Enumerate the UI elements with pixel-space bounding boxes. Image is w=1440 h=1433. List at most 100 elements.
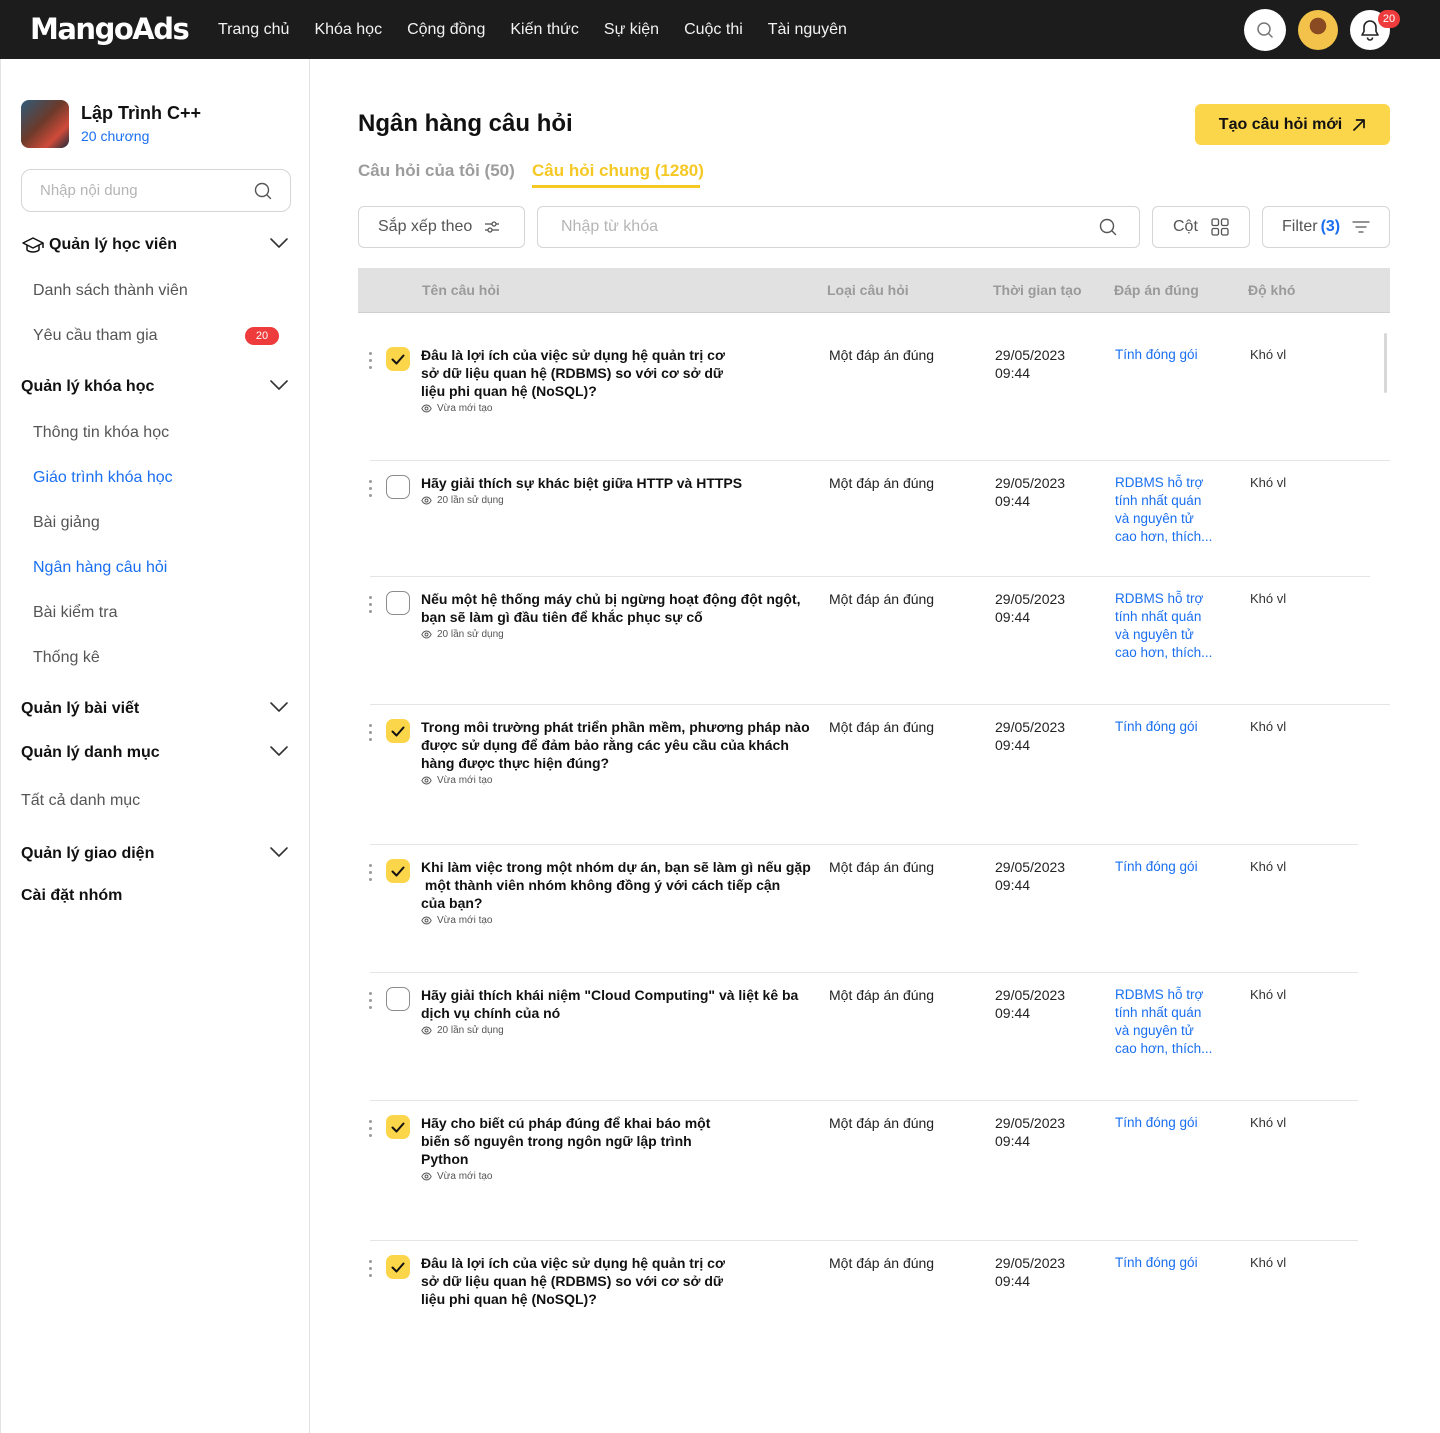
- sidebar-item-tests[interactable]: Bài kiểm tra: [33, 604, 117, 622]
- difficulty: Khó vl: [1250, 347, 1287, 362]
- correct-answer[interactable]: RDBMS hỗ trợ tính nhất quán và nguyên tử ca…: [1115, 590, 1215, 662]
- chevron-down-icon: [270, 238, 288, 248]
- drag-handle-icon[interactable]: [369, 1260, 373, 1281]
- create-question-button[interactable]: Tạo câu hỏi mới: [1195, 104, 1390, 145]
- sidebar-item-course-info[interactable]: Thông tin khóa học: [33, 424, 169, 442]
- section-post-management[interactable]: Quản lý bài viết: [21, 698, 291, 720]
- header-correct-answer[interactable]: Đáp án đúng: [1114, 282, 1199, 298]
- answer-line: RDBMS hỗ trợ: [1115, 591, 1204, 606]
- course-chapter-count: 20 chương: [81, 128, 150, 144]
- created-hour: 09:44: [995, 1273, 1031, 1289]
- table-scrollbar[interactable]: [1384, 333, 1387, 393]
- header-question-name[interactable]: Tên câu hỏi: [422, 282, 500, 298]
- question-text[interactable]: Đâu là lợi ích của việc sử dụng hệ quản …: [421, 346, 725, 400]
- nav-community[interactable]: Cộng đồng: [407, 21, 485, 39]
- keyword-search-input[interactable]: [561, 207, 1081, 247]
- nav-courses[interactable]: Khóa học: [314, 21, 382, 39]
- question-line: Nếu một hệ thống máy chủ bị ngừng hoạt đ…: [421, 591, 801, 607]
- row-checkbox[interactable]: [386, 475, 410, 499]
- nav-home[interactable]: Trang chủ: [218, 21, 289, 39]
- sidebar-item-all-categories[interactable]: Tất cả danh mục: [21, 792, 140, 810]
- question-text[interactable]: Trong môi trường phát triển phần mềm, ph…: [421, 718, 810, 772]
- answer-line: cao hơn, thích...: [1115, 1041, 1213, 1056]
- tab-my-questions[interactable]: Câu hỏi của tôi (50): [358, 161, 515, 181]
- sort-button[interactable]: Sắp xếp theo: [358, 206, 525, 248]
- drag-handle-icon[interactable]: [369, 992, 373, 1013]
- question-type: Một đáp án đúng: [829, 591, 935, 607]
- question-text[interactable]: Hãy cho biết cú pháp đúng để khai báo mộ…: [421, 1114, 710, 1168]
- header-created-time[interactable]: Thời gian tạo: [993, 282, 1082, 298]
- course-title: Lập Trình C++: [81, 103, 202, 123]
- section-course-management[interactable]: Quản lý khóa học: [21, 376, 291, 398]
- difficulty: Khó vl: [1250, 987, 1287, 1002]
- avatar[interactable]: [1298, 10, 1338, 50]
- question-line: dịch vụ chính của nó: [421, 1005, 561, 1021]
- section-category-management[interactable]: Quản lý danh mục: [21, 742, 291, 764]
- correct-answer[interactable]: Tính đóng gói: [1115, 1254, 1215, 1272]
- search-icon[interactable]: [1099, 218, 1117, 236]
- sidebar-item-lectures[interactable]: Bài giảng: [33, 514, 100, 532]
- created-date: 29/05/2023: [995, 1255, 1066, 1271]
- drag-handle-icon[interactable]: [369, 724, 373, 745]
- header-question-type[interactable]: Loại câu hỏi: [827, 282, 909, 298]
- question-type: Một đáp án đúng: [829, 1255, 935, 1271]
- row-checkbox[interactable]: [386, 859, 410, 883]
- correct-answer[interactable]: Tính đóng gói: [1115, 718, 1215, 736]
- sidebar-item-question-bank[interactable]: Ngân hàng câu hỏi: [33, 559, 167, 577]
- nav-resources[interactable]: Tài nguyên: [768, 21, 847, 39]
- nav-knowledge[interactable]: Kiến thức: [510, 21, 579, 39]
- question-text[interactable]: Hãy giải thích khái niệm "Cloud Computin…: [421, 986, 798, 1022]
- eye-icon: [421, 776, 432, 785]
- correct-answer[interactable]: Tính đóng gói: [1115, 346, 1215, 364]
- row-checkbox[interactable]: [386, 347, 410, 371]
- row-checkbox[interactable]: [386, 1115, 410, 1139]
- top-search-button[interactable]: [1244, 9, 1286, 51]
- row-checkbox[interactable]: [386, 987, 410, 1011]
- answer-line: và nguyên tử: [1115, 627, 1194, 642]
- correct-answer[interactable]: RDBMS hỗ trợ tính nhất quán và nguyên tử ca…: [1115, 986, 1215, 1058]
- question-text[interactable]: Khi làm việc trong một nhóm dự án, bạn s…: [421, 858, 811, 912]
- create-question-label: Tạo câu hỏi mới: [1218, 115, 1343, 133]
- row-checkbox[interactable]: [386, 1255, 410, 1279]
- chevron-down-icon: [270, 847, 288, 857]
- created-hour: 09:44: [995, 1005, 1031, 1021]
- drag-handle-icon[interactable]: [369, 1120, 373, 1141]
- question-meta-text: Vừa mới tạo: [437, 915, 493, 926]
- question-text[interactable]: Hãy giải thích sự khác biệt giữa HTTP và…: [421, 474, 742, 492]
- sidebar-item-join-requests[interactable]: Yêu cầu tham gia: [33, 327, 158, 345]
- section-student-management[interactable]: Quản lý học viên: [21, 234, 291, 256]
- question-text[interactable]: Đâu là lợi ích của việc sử dụng hệ quản …: [421, 1254, 725, 1308]
- question-text[interactable]: Nếu một hệ thống máy chủ bị ngừng hoạt đ…: [421, 590, 801, 626]
- drag-handle-icon[interactable]: [369, 480, 373, 501]
- drag-handle-icon[interactable]: [369, 596, 373, 617]
- row-checkbox[interactable]: [386, 591, 410, 615]
- created-date: 29/05/2023: [995, 987, 1066, 1003]
- sidebar-item-statistics[interactable]: Thống kê: [33, 649, 100, 667]
- nav-events[interactable]: Sự kiện: [604, 21, 659, 39]
- nav-contests[interactable]: Cuộc thi: [684, 21, 743, 39]
- columns-button[interactable]: Cột: [1152, 206, 1250, 248]
- created-hour: 09:44: [995, 877, 1031, 893]
- question-line: Khi làm việc trong một nhóm dự án, bạn s…: [421, 859, 811, 875]
- drag-handle-icon[interactable]: [369, 352, 373, 373]
- filter-button[interactable]: Filter (3): [1262, 206, 1390, 248]
- row-checkbox[interactable]: [386, 719, 410, 743]
- question-line: Hãy giải thích sự khác biệt giữa HTTP và…: [421, 475, 743, 491]
- logo[interactable]: MangoAds: [30, 12, 190, 46]
- sidebar-item-curriculum[interactable]: Giáo trình khóa học: [33, 469, 173, 487]
- correct-answer[interactable]: Tính đóng gói: [1115, 858, 1215, 876]
- eye-icon: [421, 630, 432, 639]
- question-line: được sử dụng để đảm bảo rằng các yêu cầu…: [421, 737, 789, 753]
- question-meta: 20 lần sử dụng: [421, 1025, 504, 1036]
- correct-answer[interactable]: Tính đóng gói: [1115, 1114, 1215, 1132]
- section-group-settings[interactable]: Cài đặt nhóm: [21, 885, 291, 907]
- sidebar-item-member-list[interactable]: Danh sách thành viên: [33, 282, 188, 300]
- sidebar-search-input[interactable]: [40, 170, 250, 211]
- tab-common-questions[interactable]: Câu hỏi chung (1280): [532, 161, 704, 181]
- correct-answer[interactable]: RDBMS hỗ trợ tính nhất quán và nguyên tử ca…: [1115, 474, 1215, 546]
- section-ui-management[interactable]: Quản lý giao diện: [21, 843, 291, 865]
- row-divider: [370, 704, 1390, 705]
- drag-handle-icon[interactable]: [369, 864, 373, 885]
- header-difficulty[interactable]: Độ khó: [1248, 282, 1295, 298]
- search-icon[interactable]: [254, 182, 272, 200]
